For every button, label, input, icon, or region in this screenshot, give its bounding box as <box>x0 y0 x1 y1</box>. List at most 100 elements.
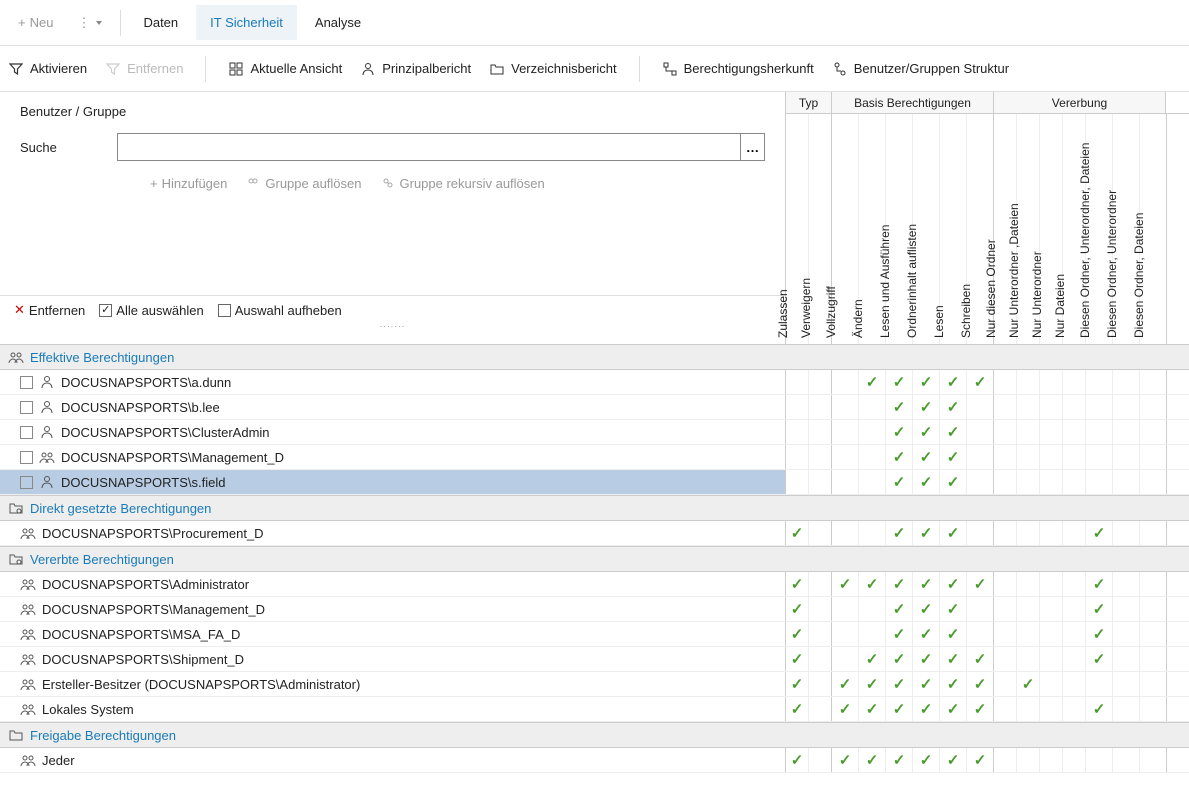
sub-toolbar: Aktivieren Entfernen Aktuelle Ansicht Pr… <box>0 46 1189 92</box>
dropdown-button[interactable]: ⋮ <box>67 9 112 37</box>
select-all-button[interactable]: Alle auswählen <box>99 303 203 318</box>
table-row[interactable]: DOCUSNAPSPORTS\a.dunn✓✓✓✓✓ <box>0 370 1189 395</box>
entfernen-button[interactable]: Entfernen <box>105 61 183 77</box>
row-name-cell[interactable]: DOCUSNAPSPORTS\Management_D <box>0 445 786 469</box>
perm-cell <box>1017 622 1040 646</box>
row-name-cell[interactable]: DOCUSNAPSPORTS\s.field <box>0 470 786 494</box>
add-button[interactable]: + Hinzufügen <box>150 175 227 191</box>
user-icon <box>39 424 55 440</box>
perm-cell: ✓ <box>913 572 940 596</box>
perm-cell <box>832 622 859 646</box>
perm-cell <box>786 445 809 469</box>
check-icon: ✓ <box>791 751 804 769</box>
check-icon: ✓ <box>974 751 987 769</box>
row-name-cell[interactable]: Jeder <box>0 748 786 772</box>
perm-cell <box>994 622 1017 646</box>
tab-daten[interactable]: Daten <box>129 5 192 40</box>
check-icon: ✓ <box>947 423 960 441</box>
search-title: Benutzer / Gruppe <box>20 104 765 119</box>
row-name-cell[interactable]: Lokales System <box>0 697 786 721</box>
table-row[interactable]: DOCUSNAPSPORTS\MSA_FA_D✓✓✓✓✓ <box>0 622 1189 647</box>
table-row[interactable]: DOCUSNAPSPORTS\ClusterAdmin✓✓✓ <box>0 420 1189 445</box>
x-icon: ✕ <box>14 302 25 318</box>
check-icon: ✓ <box>1093 524 1106 542</box>
aktivieren-button[interactable]: Aktivieren <box>8 61 87 77</box>
table-row[interactable]: Jeder✓✓✓✓✓✓✓ <box>0 748 1189 773</box>
row-label: DOCUSNAPSPORTS\Shipment_D <box>42 652 244 667</box>
table-row[interactable]: DOCUSNAPSPORTS\b.lee✓✓✓ <box>0 395 1189 420</box>
check-icon: ✓ <box>866 700 879 718</box>
section-direkt[interactable]: Direkt gesetzte Berechtigungen <box>0 495 1189 521</box>
section-label: Direkt gesetzte Berechtigungen <box>30 501 211 516</box>
check-icon: ✓ <box>866 751 879 769</box>
browse-button[interactable]: … <box>740 134 764 160</box>
perm-cell <box>967 470 994 494</box>
perm-cell: ✓ <box>786 622 809 646</box>
tab-it-sicherheit[interactable]: IT Sicherheit <box>196 5 297 40</box>
table-row[interactable]: Lokales System✓✓✓✓✓✓✓✓ <box>0 697 1189 722</box>
row-label: DOCUSNAPSPORTS\s.field <box>61 475 225 490</box>
perm-cell <box>809 445 832 469</box>
perm-cell <box>1017 420 1040 444</box>
check-icon: ✓ <box>791 675 804 693</box>
resolve-group-button[interactable]: Gruppe auflösen <box>245 175 361 191</box>
perm-cell: ✓ <box>859 672 886 696</box>
table-row[interactable]: Ersteller-Besitzer (DOCUSNAPSPORTS\Admin… <box>0 672 1189 697</box>
resolve-recursive-button[interactable]: Gruppe rekursiv auflösen <box>380 175 545 191</box>
row-name-cell[interactable]: DOCUSNAPSPORTS\MSA_FA_D <box>0 622 786 646</box>
table-row[interactable]: DOCUSNAPSPORTS\s.field✓✓✓ <box>0 470 1189 495</box>
row-checkbox[interactable] <box>20 476 33 489</box>
search-input[interactable] <box>117 133 765 161</box>
row-name-cell[interactable]: Ersteller-Besitzer (DOCUSNAPSPORTS\Admin… <box>0 672 786 696</box>
perm-cell <box>1063 622 1086 646</box>
row-name-cell[interactable]: DOCUSNAPSPORTS\Administrator <box>0 572 786 596</box>
col-header-14[interactable]: Diesen Ordner, Dateien <box>1140 114 1167 344</box>
perm-cell <box>1040 370 1063 394</box>
table-row[interactable]: DOCUSNAPSPORTS\Procurement_D✓✓✓✓✓ <box>0 521 1189 546</box>
struktur-label: Benutzer/Gruppen Struktur <box>854 61 1009 76</box>
row-name-cell[interactable]: DOCUSNAPSPORTS\Shipment_D <box>0 647 786 671</box>
verzeichnis-button[interactable]: Verzeichnisbericht <box>489 61 617 77</box>
row-checkbox[interactable] <box>20 376 33 389</box>
perm-cell: ✓ <box>1086 647 1113 671</box>
check-icon: ✓ <box>1093 575 1106 593</box>
tab-analyse[interactable]: Analyse <box>301 5 375 40</box>
section-freigabe[interactable]: Freigabe Berechtigungen <box>0 722 1189 748</box>
checkbox-icon <box>218 304 231 317</box>
check-icon: ✓ <box>866 373 879 391</box>
drag-handle[interactable]: ······· <box>0 324 785 332</box>
folder-icon <box>8 727 24 743</box>
struktur-button[interactable]: Benutzer/Gruppen Struktur <box>832 61 1009 77</box>
deselect-all-button[interactable]: Auswahl aufheben <box>218 303 342 318</box>
perm-cell <box>994 370 1017 394</box>
remove-selected-button[interactable]: ✕ Entfernen <box>14 302 85 318</box>
ansicht-button[interactable]: Aktuelle Ansicht <box>228 61 342 77</box>
add-label: Hinzufügen <box>162 176 228 191</box>
group-icon <box>39 449 55 465</box>
row-name-cell[interactable]: DOCUSNAPSPORTS\Management_D <box>0 597 786 621</box>
row-name-cell[interactable]: DOCUSNAPSPORTS\b.lee <box>0 395 786 419</box>
row-name-cell[interactable]: DOCUSNAPSPORTS\ClusterAdmin <box>0 420 786 444</box>
check-icon: ✓ <box>893 524 906 542</box>
row-name-cell[interactable]: DOCUSNAPSPORTS\a.dunn <box>0 370 786 394</box>
perm-cell: ✓ <box>832 672 859 696</box>
check-icon: ✓ <box>839 751 852 769</box>
herkunft-button[interactable]: Berechtigungsherkunft <box>662 61 814 77</box>
section-vererbt[interactable]: Vererbte Berechtigungen <box>0 546 1189 572</box>
section-effektiv[interactable]: Effektive Berechtigungen <box>0 344 1189 370</box>
table-row[interactable]: DOCUSNAPSPORTS\Administrator✓✓✓✓✓✓✓✓ <box>0 572 1189 597</box>
row-checkbox[interactable] <box>20 426 33 439</box>
row-name-cell[interactable]: DOCUSNAPSPORTS\Procurement_D <box>0 521 786 545</box>
table-row[interactable]: DOCUSNAPSPORTS\Management_D✓✓✓ <box>0 445 1189 470</box>
perm-cell <box>1140 470 1167 494</box>
perm-cell <box>1086 395 1113 419</box>
row-checkbox[interactable] <box>20 451 33 464</box>
perm-cell <box>1040 647 1063 671</box>
user-icon <box>39 399 55 415</box>
perm-cell: ✓ <box>1086 521 1113 545</box>
row-checkbox[interactable] <box>20 401 33 414</box>
table-row[interactable]: DOCUSNAPSPORTS\Shipment_D✓✓✓✓✓✓✓ <box>0 647 1189 672</box>
table-row[interactable]: DOCUSNAPSPORTS\Management_D✓✓✓✓✓ <box>0 597 1189 622</box>
new-button[interactable]: + Neu <box>8 9 63 36</box>
prinzipal-button[interactable]: Prinzipalbericht <box>360 61 471 77</box>
